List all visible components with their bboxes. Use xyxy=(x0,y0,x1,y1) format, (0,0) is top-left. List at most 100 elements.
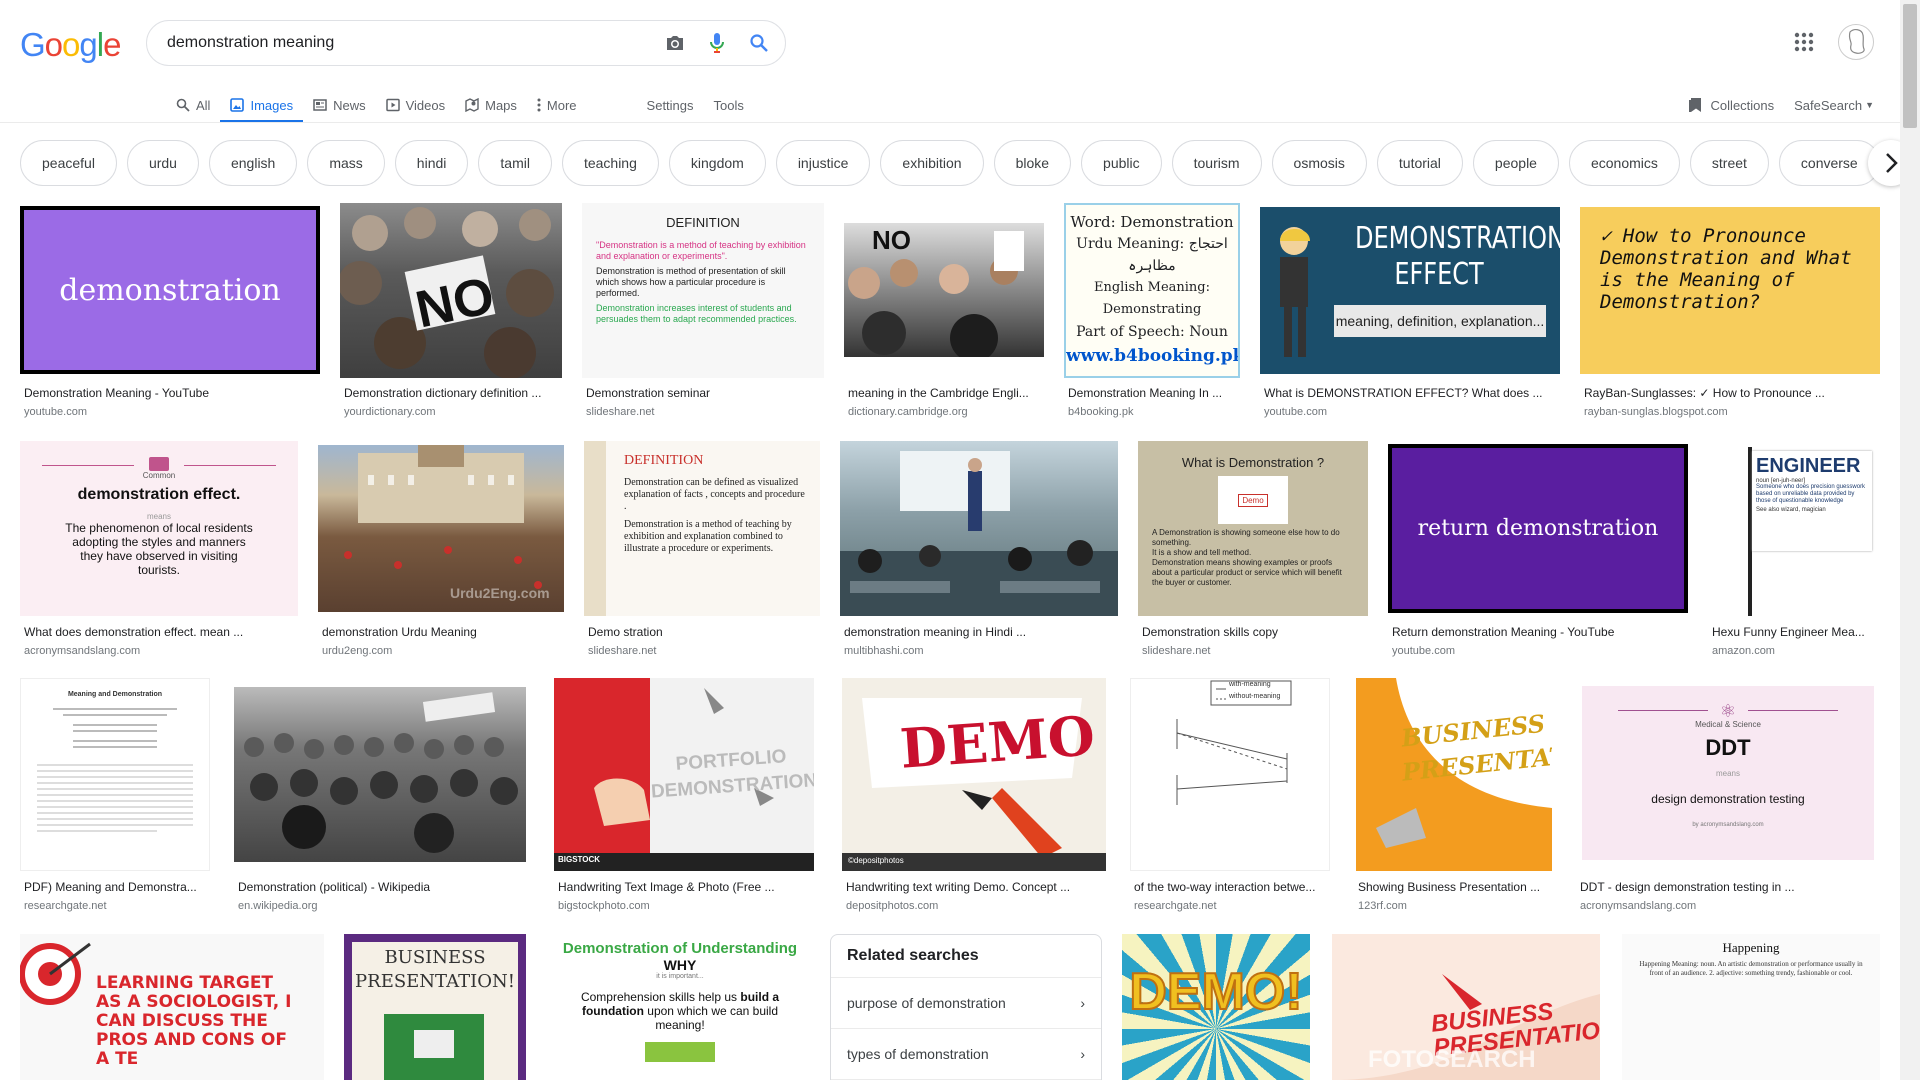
result-source[interactable]: rayban-sunglas.blogspot.com xyxy=(1584,404,1728,420)
chip[interactable]: economics xyxy=(1568,140,1680,186)
result-source[interactable]: depositphotos.com xyxy=(846,898,938,914)
result-source[interactable]: bigstockphoto.com xyxy=(558,898,650,914)
result-image[interactable] xyxy=(234,687,526,862)
result-image[interactable]: DEFINITION "Demonstration is a method of… xyxy=(582,203,824,378)
result-title[interactable]: Demonstration skills copy xyxy=(1142,623,1372,641)
result-image[interactable]: Demonstration of Understanding WHY it is… xyxy=(550,934,810,1080)
result-source[interactable]: researchgate.net xyxy=(1134,898,1217,914)
chip[interactable]: tourism xyxy=(1171,140,1262,186)
result-source[interactable]: yourdictionary.com xyxy=(344,404,436,420)
result-title[interactable]: Demonstration seminar xyxy=(586,384,828,402)
chip[interactable]: english xyxy=(208,140,298,186)
result-image[interactable]: ✓ How to Pronounce Demonstration and Wha… xyxy=(1580,207,1880,374)
result-title[interactable]: What is DEMONSTRATION EFFECT? What does … xyxy=(1264,384,1564,402)
result-title[interactable]: Handwriting text writing Demo. Concept .… xyxy=(846,878,1110,896)
result-source[interactable]: multibhashi.com xyxy=(844,643,923,659)
result-title[interactable]: demonstration Urdu Meaning xyxy=(322,623,568,641)
microphone-icon[interactable] xyxy=(705,31,729,55)
chip[interactable]: peaceful xyxy=(20,140,117,186)
related-search-item[interactable]: types of demonstration › xyxy=(831,1029,1101,1080)
result-source[interactable]: researchgate.net xyxy=(24,898,107,914)
chip[interactable]: people xyxy=(1472,140,1559,186)
related-search-item[interactable]: purpose of demonstration › xyxy=(831,978,1101,1029)
result-image[interactable]: NO xyxy=(844,223,1044,357)
result-image[interactable]: demonstration xyxy=(20,206,320,374)
google-logo[interactable]: Google xyxy=(20,26,121,64)
result-title[interactable]: Hexu Funny Engineer Mea... xyxy=(1712,623,1884,641)
tab-news[interactable]: News xyxy=(303,88,376,122)
chip[interactable]: tamil xyxy=(478,140,552,186)
result-source[interactable]: acronymsandslang.com xyxy=(24,643,140,659)
tab-more[interactable]: More xyxy=(527,88,587,122)
result-image[interactable] xyxy=(840,441,1118,616)
result-title[interactable]: of the two-way interaction betwe... xyxy=(1134,878,1334,896)
result-source[interactable]: youtube.com xyxy=(24,404,87,420)
result-image[interactable]: return demonstration xyxy=(1388,444,1688,613)
result-image[interactable]: BUSINESS PRESENTATION! xyxy=(1356,678,1552,871)
apps-grid-icon[interactable] xyxy=(1794,32,1818,56)
result-image[interactable]: ⚛ Medical & Science DDT means design dem… xyxy=(1576,678,1880,871)
result-title[interactable]: Demonstration dictionary definition ... xyxy=(344,384,566,402)
scrollbar[interactable] xyxy=(1900,0,1920,1080)
result-image[interactable]: What is Demonstration ? Demo A Demonstra… xyxy=(1138,441,1368,616)
result-image[interactable]: NO xyxy=(340,203,562,378)
scrollbar-thumb[interactable] xyxy=(1903,4,1917,128)
chip[interactable]: injustice xyxy=(775,140,871,186)
avatar[interactable] xyxy=(1838,24,1874,60)
chip[interactable]: teaching xyxy=(561,140,659,186)
result-title[interactable]: Showing Business Presentation ... xyxy=(1358,878,1554,896)
result-image[interactable]: Common demonstration effect. means The p… xyxy=(20,441,298,616)
result-image[interactable]: BUSINESS PRESENTATION! FOTOSEARCH xyxy=(1332,934,1600,1080)
chip[interactable]: urdu xyxy=(126,140,199,186)
tab-images[interactable]: Images xyxy=(220,88,303,123)
result-title[interactable]: What does demonstration effect. mean ... xyxy=(24,623,302,641)
result-image[interactable]: BUSINESS PRESENTATION! xyxy=(344,934,526,1080)
chip[interactable]: hindi xyxy=(394,140,469,186)
result-source[interactable]: urdu2eng.com xyxy=(322,643,392,659)
chip[interactable]: converse xyxy=(1778,140,1880,186)
result-image[interactable]: Happening Happening Meaning: noun. An ar… xyxy=(1622,934,1880,1080)
result-source[interactable]: slideshare.net xyxy=(588,643,657,659)
result-image[interactable]: Meaning and Demonstration xyxy=(20,678,210,871)
result-source[interactable]: slideshare.net xyxy=(1142,643,1211,659)
chip[interactable]: street xyxy=(1689,140,1769,186)
result-title[interactable]: DDT - design demonstration testing in ..… xyxy=(1580,878,1880,896)
safesearch-button[interactable]: SafeSearch ▼ xyxy=(1794,98,1874,113)
chip[interactable]: osmosis xyxy=(1271,140,1367,186)
result-image[interactable]: with-meaning without-meaning xyxy=(1130,678,1330,871)
result-source[interactable]: slideshare.net xyxy=(586,404,655,420)
result-source[interactable]: dictionary.cambridge.org xyxy=(848,404,968,420)
tools-link[interactable]: Tools xyxy=(704,88,754,122)
result-image[interactable]: DEMO! xyxy=(1122,934,1310,1080)
result-title[interactable]: demonstration meaning in Hindi ... xyxy=(844,623,1122,641)
result-title[interactable]: Demo stration xyxy=(588,623,824,641)
result-title[interactable]: Handwriting Text Image & Photo (Free ... xyxy=(558,878,818,896)
result-title[interactable]: PDF) Meaning and Demonstra... xyxy=(24,878,214,896)
result-source[interactable]: amazon.com xyxy=(1712,643,1775,659)
result-image[interactable]: DEMO ©depositphotos xyxy=(842,678,1106,871)
result-source[interactable]: 123rf.com xyxy=(1358,898,1407,914)
collections-button[interactable]: Collections xyxy=(1688,97,1774,113)
result-title[interactable]: Demonstration (political) - Wikipedia xyxy=(238,878,530,896)
chip[interactable]: mass xyxy=(307,140,385,186)
camera-icon[interactable] xyxy=(663,31,687,55)
chip[interactable]: tutorial xyxy=(1376,140,1463,186)
result-source[interactable]: b4booking.pk xyxy=(1068,404,1133,420)
result-title[interactable]: meaning in the Cambridge Engli... xyxy=(848,384,1048,402)
result-source[interactable]: acronymsandslang.com xyxy=(1580,898,1696,914)
tab-all[interactable]: All xyxy=(166,88,220,122)
result-title[interactable]: Demonstration Meaning - YouTube xyxy=(24,384,324,402)
settings-link[interactable]: Settings xyxy=(637,88,704,122)
result-title[interactable]: Return demonstration Meaning - YouTube xyxy=(1392,623,1692,641)
search-icon[interactable] xyxy=(747,31,771,55)
result-title[interactable]: Demonstration Meaning In ... xyxy=(1068,384,1244,402)
tab-videos[interactable]: Videos xyxy=(376,88,456,122)
chip[interactable]: bloke xyxy=(993,140,1072,186)
result-image[interactable]: PORTFOLIO DEMONSTRATION! BIGSTOCK xyxy=(554,678,814,871)
result-image[interactable]: ENGINEER noun [en-juh-neer] Someone who … xyxy=(1708,441,1880,616)
search-input[interactable] xyxy=(167,34,647,52)
result-image[interactable]: Urdu2Eng.com xyxy=(318,445,564,612)
chip[interactable]: kingdom xyxy=(668,140,766,186)
result-image[interactable]: LEARNING TARGET AS A SOCIOLOGIST, I CAN … xyxy=(20,934,324,1080)
result-title[interactable]: RayBan-Sunglasses: ✓ How to Pronounce ..… xyxy=(1584,384,1884,402)
